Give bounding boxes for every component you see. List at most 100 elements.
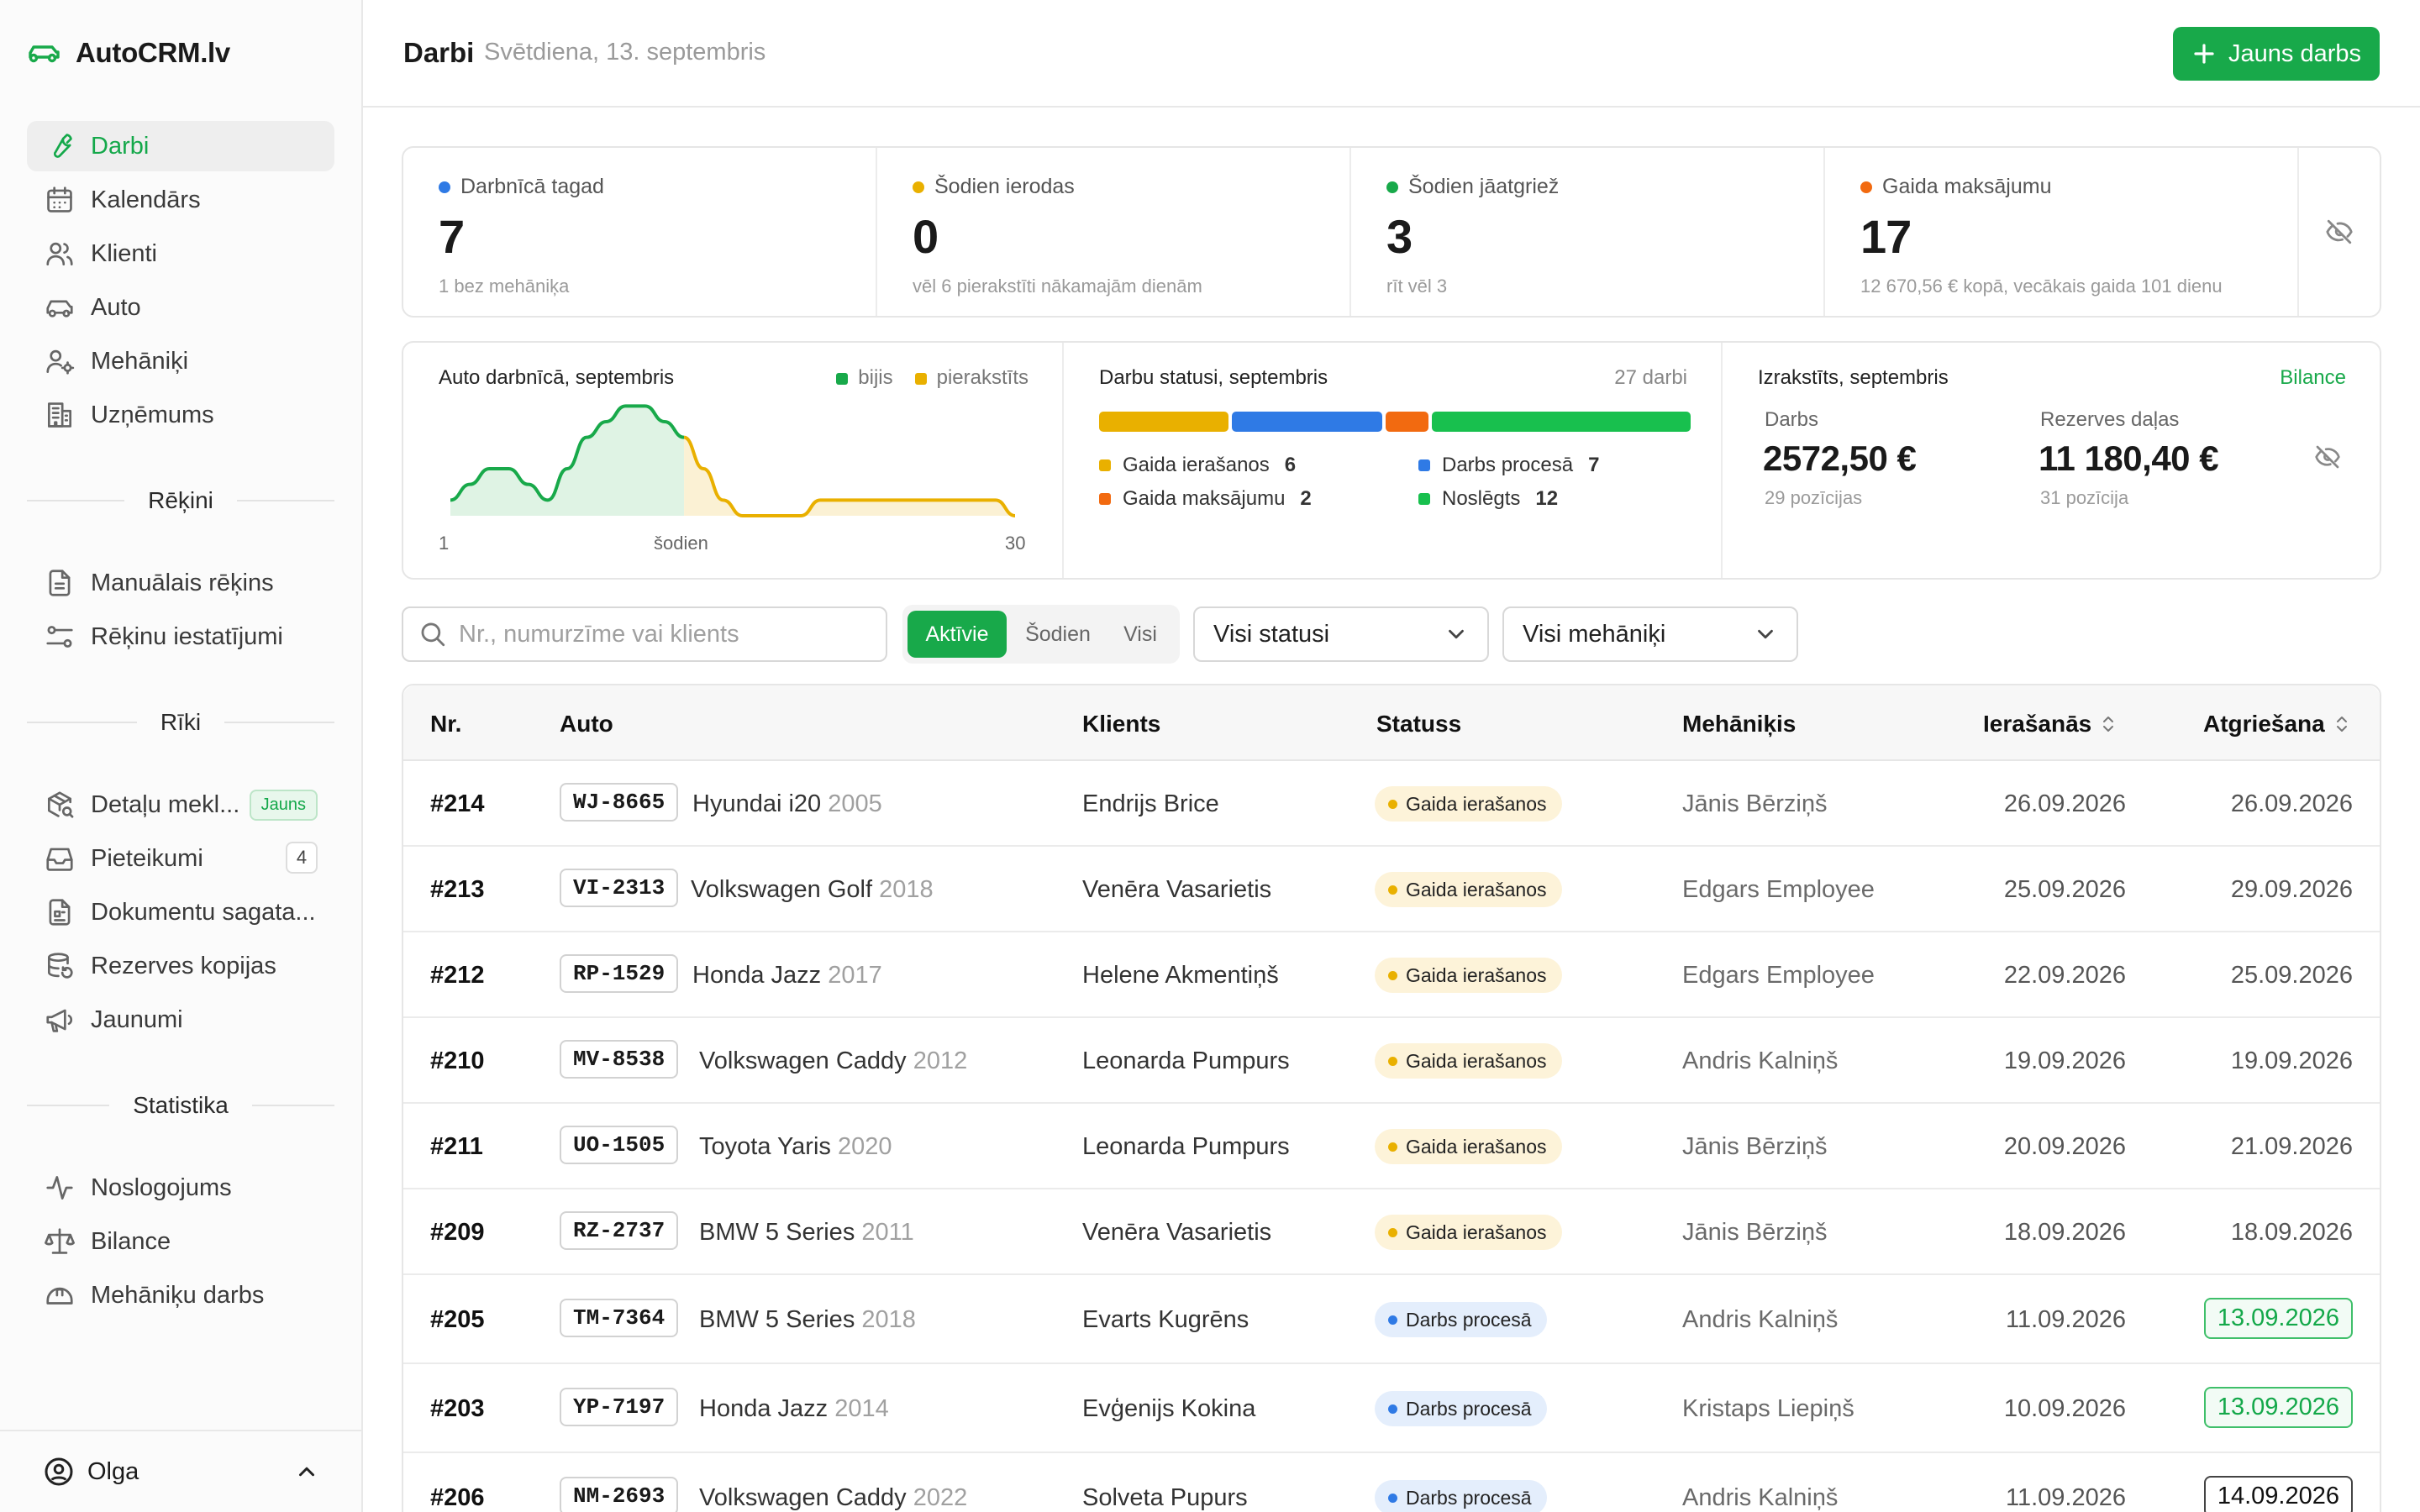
- brand-logo[interactable]: AutoCRM.lv: [27, 37, 230, 69]
- table-row[interactable]: #211 UO-1505 Toyota Yaris 2020 Leonarda Pum…: [403, 1104, 2380, 1189]
- tools-nav: Detaļu mekl... Jauns Pieteikumi 4 Dokumentu …: [27, 780, 334, 1048]
- chevron-up-icon[interactable]: [294, 1459, 319, 1484]
- sidebar-item-darbi[interactable]: Darbi: [27, 121, 334, 171]
- job-number[interactable]: #203: [430, 1395, 485, 1423]
- sidebar-item-noslogojums[interactable]: Noslogojums: [27, 1163, 334, 1213]
- sidebar-item-kalendārs[interactable]: Kalendārs: [27, 175, 334, 225]
- stat-tile[interactable]: Šodien jāatgriež 3 rīt vēl 3: [1351, 148, 1825, 316]
- sidebar-item-label: Rezerves kopijas: [91, 952, 276, 979]
- client-name[interactable]: Venēra Vasarietis: [1082, 1219, 1271, 1247]
- work-sub: 29 pozīcijas: [1765, 487, 1863, 508]
- job-number[interactable]: #210: [430, 1047, 485, 1075]
- status-bar-segment: [1386, 412, 1429, 432]
- stat-label-row: Šodien ierodas: [913, 175, 1314, 199]
- stat-value: 17: [1860, 210, 1912, 263]
- arrival-date: 10.09.2026: [2003, 1395, 2126, 1422]
- job-number[interactable]: #212: [430, 962, 485, 990]
- balance-link[interactable]: Bilance: [2280, 366, 2346, 390]
- helmet-icon: [46, 1287, 73, 1305]
- client-name[interactable]: Leonarda Pumpurs: [1082, 1047, 1290, 1075]
- sidebar-item-uzņēmums[interactable]: Uzņēmums: [27, 390, 334, 440]
- sort-icon: [2103, 717, 2114, 732]
- hide-stats-toggle[interactable]: [2299, 148, 2380, 316]
- job-number[interactable]: #214: [430, 790, 485, 818]
- new-job-button[interactable]: Jauns darbs: [2173, 27, 2380, 81]
- client-name[interactable]: Helene Akmentiņš: [1082, 962, 1279, 990]
- sidebar-item-label: Jaunumi: [91, 1005, 183, 1033]
- tab-all[interactable]: Visi: [1109, 611, 1171, 658]
- sidebar-item-label: Bilance: [91, 1227, 171, 1255]
- sidebar-item-dokumentu-sagata[interactable]: Dokumentu sagata...: [27, 887, 334, 937]
- sidebar-item-rēķinu-iestatījumi[interactable]: Rēķinu iestatījumi: [27, 612, 334, 662]
- eye-off-icon[interactable]: [2314, 444, 2341, 470]
- table-row[interactable]: #214 WJ-8665 Hyundai i20 2005 Endrijs Brice…: [403, 761, 2380, 847]
- wrench-icon: [53, 134, 72, 158]
- col-return-sort[interactable]: Atgriešana: [2203, 711, 2350, 738]
- table-row[interactable]: #205 TM-7364 BMW 5 Series 2018 Evarts Kugrē…: [403, 1275, 2380, 1364]
- col-auto: Auto: [560, 711, 613, 737]
- sidebar-item-detaļu-mekl[interactable]: Detaļu mekl... Jauns: [27, 780, 334, 830]
- legend-label: Noslēgts: [1442, 487, 1521, 510]
- tab-active[interactable]: Aktīvie: [908, 611, 1007, 658]
- legend-swatch: [1099, 493, 1111, 505]
- status-select[interactable]: Visi statusi: [1193, 606, 1489, 662]
- car-year: 2022: [913, 1484, 968, 1511]
- sidebar-item-manuālais-rēķins[interactable]: Manuālais rēķins: [27, 558, 334, 608]
- sidebar-item-mehāniķu-darbs[interactable]: Mehāniķu darbs: [27, 1270, 334, 1320]
- table-row[interactable]: #209 RZ-2737 BMW 5 Series 2011 Venēra Vasar…: [403, 1189, 2380, 1275]
- table-row[interactable]: #206 NM-2693 Volkswagen Caddy 2022 Solveta …: [403, 1453, 2380, 1512]
- stat-tile[interactable]: Darbnīcā tagad 7 1 bez mehāniķa: [403, 148, 877, 316]
- x-axis-today: šodien: [654, 533, 708, 554]
- job-number[interactable]: #205: [430, 1306, 485, 1334]
- mechanic-select[interactable]: Visi mehāniķi: [1502, 606, 1798, 662]
- sidebar-item-jaunumi[interactable]: Jaunumi: [27, 995, 334, 1045]
- sidebar-item-pieteikumi[interactable]: Pieteikumi 4: [27, 833, 334, 884]
- sidebar-item-label: Darbi: [91, 132, 150, 160]
- search-box[interactable]: [402, 606, 887, 662]
- client-name[interactable]: Solveta Pupurs: [1082, 1484, 1248, 1512]
- job-number[interactable]: #211: [430, 1133, 483, 1161]
- job-number[interactable]: #213: [430, 876, 485, 904]
- status-bar-segment: [1231, 412, 1383, 432]
- table-row[interactable]: #203 YP-7197 Honda Jazz 2014 Evģenijs Kokin…: [403, 1364, 2380, 1453]
- client-name[interactable]: Venēra Vasarietis: [1082, 876, 1271, 904]
- sidebar-item-auto[interactable]: Auto: [27, 282, 334, 333]
- cars-chart-panel: Auto darbnīcā, septembris bijis pierakst…: [403, 343, 1064, 578]
- user-menu[interactable]: Olga: [0, 1430, 363, 1512]
- stat-label: Gaida maksājumu: [1882, 175, 2052, 198]
- section-tools: Rīki: [27, 706, 335, 739]
- stat-tile[interactable]: Šodien ierodas 0 vēl 6 pierakstīti nākamaj…: [877, 148, 1351, 316]
- table-row[interactable]: #213 VI-2313 Volkswagen Golf 2018 Venēra Va…: [403, 847, 2380, 932]
- jobs-table: Nr. Auto Klients Statuss Mehāniķis Ieraš…: [402, 684, 2381, 1512]
- client-name[interactable]: Endrijs Brice: [1082, 790, 1219, 818]
- search-input[interactable]: [459, 620, 862, 648]
- stat-label-row: Gaida maksājumu: [1860, 175, 2262, 199]
- status-label: Gaida ierašanos: [1406, 792, 1547, 815]
- sidebar-item-rezerves-kopijas[interactable]: Rezerves kopijas: [27, 941, 334, 991]
- job-number[interactable]: #209: [430, 1219, 485, 1247]
- tab-today[interactable]: Šodien: [1007, 611, 1109, 658]
- table-row[interactable]: #212 RP-1529 Honda Jazz 2017 Helene Akmenti…: [403, 932, 2380, 1018]
- stat-label: Šodien ierodas: [934, 175, 1075, 198]
- job-number[interactable]: #206: [430, 1484, 485, 1512]
- status-badge: Gaida ierašanos: [1375, 872, 1562, 907]
- new-badge: Jauns: [249, 790, 318, 821]
- legend-label: Gaida maksājumu: [1123, 487, 1286, 510]
- sidebar-item-label: Kalendārs: [91, 186, 201, 213]
- sidebar-item-bilance[interactable]: Bilance: [27, 1216, 334, 1267]
- stat-sub: 12 670,56 € kopā, vecākais gaida 101 die…: [1860, 276, 2223, 297]
- col-arrival-sort[interactable]: Ierašanās: [1983, 711, 2117, 738]
- car-model-name: Volkswagen Golf: [691, 876, 873, 903]
- sidebar-item-klienti[interactable]: Klienti: [27, 228, 334, 279]
- client-name[interactable]: Leonarda Pumpurs: [1082, 1133, 1290, 1161]
- stat-tile[interactable]: Gaida maksājumu 17 12 670,56 € kopā, vecāk…: [1825, 148, 2299, 316]
- status-label: Gaida ierašanos: [1406, 1135, 1547, 1158]
- status-bar-segment: [1099, 412, 1228, 432]
- status-badge: Darbs procesā: [1375, 1302, 1547, 1337]
- table-row[interactable]: #210 MV-8538 Volkswagen Caddy 2012 Leonarda…: [403, 1018, 2380, 1104]
- mechanic-name: Kristaps Liepiņš: [1682, 1395, 1854, 1422]
- client-name[interactable]: Evģenijs Kokina: [1082, 1395, 1255, 1423]
- sidebar-item-mehāniķi[interactable]: Mehāniķi: [27, 336, 334, 386]
- arrival-date: 25.09.2026: [2003, 876, 2126, 903]
- client-name[interactable]: Evarts Kugrēns: [1082, 1306, 1249, 1334]
